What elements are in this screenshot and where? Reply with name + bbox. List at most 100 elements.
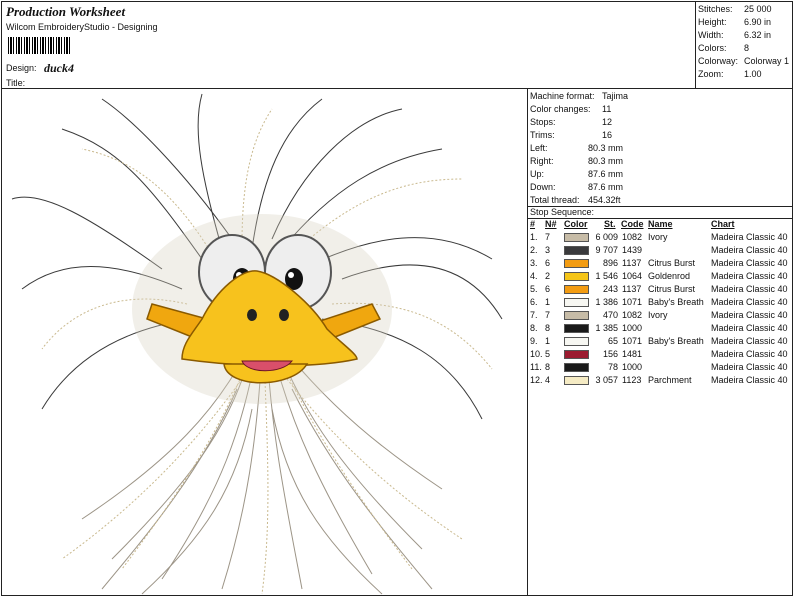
row-chart: Madeira Classic 40 [711,362,788,372]
row-chart: Madeira Classic 40 [711,284,788,294]
row-stitches: 78 [607,362,618,372]
row-number: 12. [530,375,543,385]
color-swatch [564,376,589,385]
row-needle: 6 [545,284,551,294]
row-number: 9. [530,336,538,346]
info-value: 454.32ft [588,195,621,205]
row-needle: 2 [545,271,551,281]
stat-value: 6.90 in [744,17,772,27]
stat-value: Colorway 1 [744,56,790,66]
row-number: 1. [530,232,538,242]
color-swatch [564,285,589,294]
col-chart: Chart [711,219,735,229]
row-chart: Madeira Classic 40 [711,375,788,385]
row-needle: 7 [545,232,551,242]
stat-label: Width: [698,30,724,40]
row-number: 8. [530,323,538,333]
stat-label: Stitches: [698,4,733,14]
row-chart: Madeira Classic 40 [711,349,788,359]
col-needle: N# [545,219,557,229]
row-needle: 8 [545,362,551,372]
row-color-name: Citrus Burst [648,284,696,294]
col-num: # [530,219,536,229]
info-label: Machine format: [530,91,595,101]
row-color-name: Baby's Breath [648,297,704,307]
info-value: 12 [602,117,613,127]
row-chart: Madeira Classic 40 [711,271,788,281]
col-color: Color [564,219,588,229]
row-code: 1137 [622,284,642,294]
row-stitches: 1 386 [595,297,618,307]
stat-label: Colorway: [698,56,739,66]
row-code: 1439 [622,245,643,255]
row-needle: 1 [545,297,551,307]
row-color-name: Ivory [648,232,668,242]
software-name: Wilcom EmbroideryStudio - Designing [6,22,158,32]
info-label: Down: [530,182,556,192]
stat-label: Height: [698,17,727,27]
row-stitches: 156 [602,349,618,359]
row-code: 1071 [622,297,643,307]
row-chart: Madeira Classic 40 [711,323,788,333]
row-number: 3. [530,258,538,268]
stop-sequence-label: Stop Sequence: [530,207,595,217]
row-number: 4. [530,271,538,281]
row-needle: 5 [545,349,551,359]
row-code: 1082 [622,232,643,242]
info-value: 80.3 mm [588,156,624,166]
color-swatch [564,324,589,333]
machine-info-panel: Machine format: Tajima Color changes: 11… [527,88,793,596]
row-code: 1481 [622,349,643,359]
col-code: Code [621,219,644,229]
color-swatch [564,363,589,372]
info-label: Stops: [530,117,556,127]
color-swatch [564,311,589,320]
info-label: Color changes: [530,104,591,114]
row-chart: Madeira Classic 40 [711,336,788,346]
info-value: 87.6 mm [588,169,624,179]
color-swatch [564,272,589,281]
row-stitches: 243 [602,284,618,294]
row-stitches: 6 009 [595,232,618,242]
col-stitches: St. [604,219,616,229]
info-value: 16 [602,130,613,140]
info-label: Up: [530,169,545,179]
row-stitches: 896 [602,258,618,268]
info-value: 11 [602,104,612,114]
color-swatch [564,259,589,268]
stat-label: Zoom: [698,69,724,79]
color-swatch [564,246,589,255]
stats-panel: Stitches: 25 000 Height: 6.90 in Width: … [695,1,793,89]
row-chart: Madeira Classic 40 [711,258,788,268]
row-number: 7. [530,310,538,320]
design-preview [1,88,528,596]
row-needle: 7 [545,310,551,320]
info-value: 80.3 mm [588,143,624,153]
stat-value: 1.00 [744,69,762,79]
row-code: 1137 [622,258,642,268]
stat-value: 6.32 in [744,30,772,40]
barcode [8,37,72,54]
row-stitches: 1 385 [595,323,618,333]
row-stitches: 65 [607,336,618,346]
stat-label: Colors: [698,43,727,53]
stat-value: 25 000 [744,4,772,14]
row-chart: Madeira Classic 40 [711,245,788,255]
row-color-name: Citrus Burst [648,258,696,268]
row-stitches: 3 057 [595,375,618,385]
design-label: Design: [6,63,37,73]
worksheet-title: Production Worksheet [6,4,126,19]
row-number: 5. [530,284,538,294]
row-code: 1123 [622,375,642,385]
color-swatch [564,298,589,307]
row-number: 11. [530,362,542,372]
row-needle: 8 [545,323,551,333]
info-value: Tajima [602,91,629,101]
color-swatch [564,337,589,346]
row-chart: Madeira Classic 40 [711,297,788,307]
row-chart: Madeira Classic 40 [711,310,788,320]
row-color-name: Goldenrod [648,271,691,281]
row-chart: Madeira Classic 40 [711,232,788,242]
info-label: Total thread: [530,195,580,205]
row-number: 2. [530,245,538,255]
